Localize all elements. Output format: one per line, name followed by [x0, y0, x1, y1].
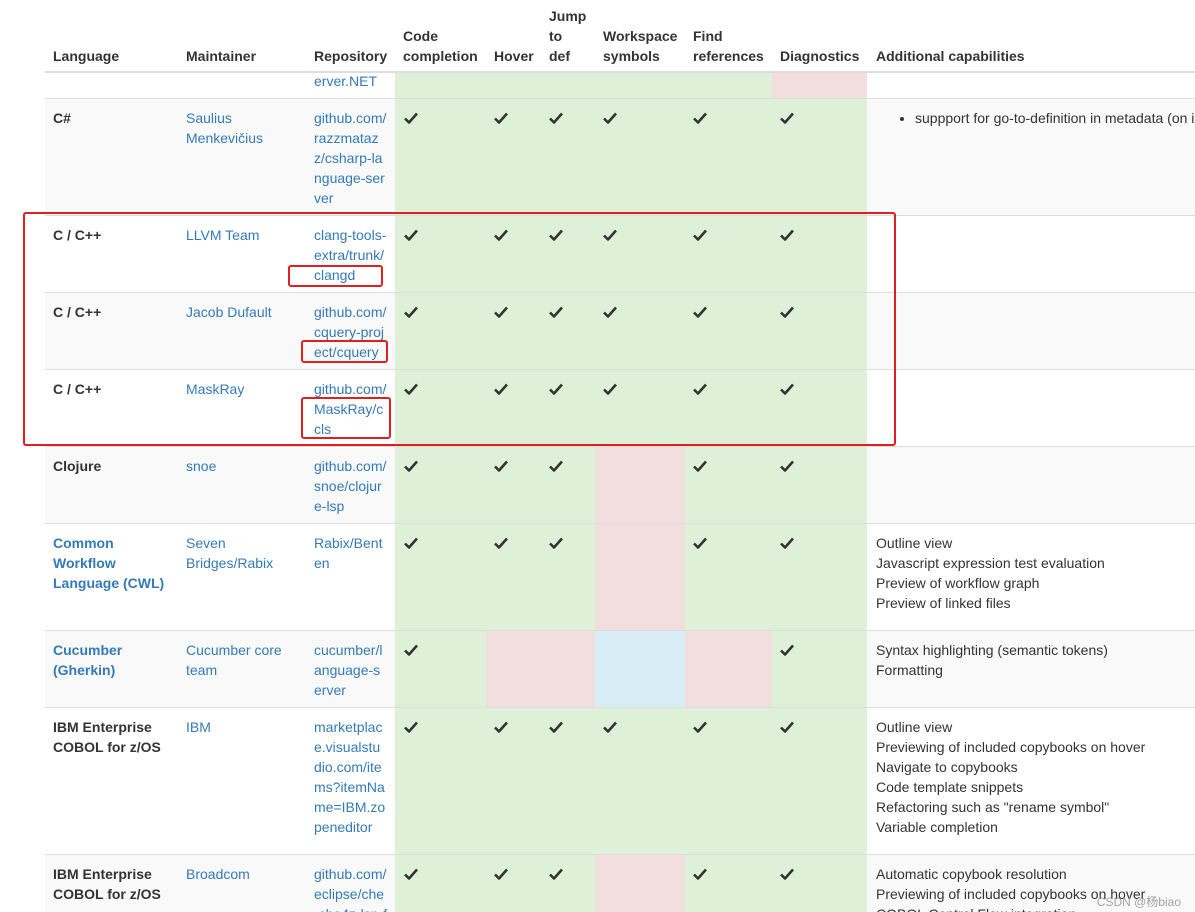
checkmark-icon	[494, 536, 508, 550]
repository-link[interactable]: cucumber/l anguage-s erver	[314, 640, 382, 700]
repository-link[interactable]: Rabix/Bent en	[314, 533, 382, 573]
table-row: IBM Enterprise COBOL for z/OS Broadcom g…	[45, 854, 1195, 912]
repository-link[interactable]: github.com/ eclipse/che -che4z-lsp-f	[314, 864, 387, 912]
header-diagnostics: Diagnostics	[780, 48, 860, 64]
highlight-box-c-cpp-rows	[23, 212, 896, 446]
highlight-box-clangd	[288, 265, 383, 287]
header-maintainer: Maintainer	[186, 48, 257, 64]
checkmark-icon	[549, 459, 563, 473]
checkmark-icon	[693, 720, 707, 734]
table-header: Language Maintainer Repository Code comp…	[0, 0, 1195, 72]
header-divider	[45, 71, 1195, 73]
checkmark-icon	[549, 111, 563, 125]
checkmark-icon	[780, 720, 794, 734]
maintainer-link[interactable]: Seven Bridges/Rabix	[186, 533, 273, 573]
header-workspace-symbols: Workspace symbols	[603, 28, 678, 64]
checkmark-icon	[549, 720, 563, 734]
checkmark-icon	[693, 459, 707, 473]
checkmark-icon	[404, 867, 418, 881]
header-language: Language	[53, 48, 120, 64]
table-row: IBM Enterprise COBOL for z/OS IBM market…	[45, 707, 1195, 855]
checkmark-icon	[494, 720, 508, 734]
highlight-box-ccls	[301, 397, 391, 439]
screenshot-viewport: Language Maintainer Repository Code comp…	[0, 0, 1195, 912]
maintainer-link[interactable]: snoe	[186, 456, 216, 476]
checkmark-icon	[780, 536, 794, 550]
watermark: CSDN @杨biao	[1096, 895, 1181, 909]
capabilities-text: Outline view Javascript expression test …	[876, 535, 1105, 611]
checkmark-icon	[780, 867, 794, 881]
language-name: IBM Enterprise COBOL for z/OS	[53, 866, 161, 902]
capabilities-list: suppport for go-to-definition in metadat…	[895, 108, 1194, 128]
checkmark-icon	[404, 459, 418, 473]
language-link[interactable]: Common Workflow Language (CWL)	[53, 533, 164, 593]
language-name: IBM Enterprise COBOL for z/OS	[53, 719, 161, 755]
table-row: Clojure snoe github.com/ snoe/clojur e-l…	[45, 446, 1195, 524]
header-code-completion: Code completion	[403, 28, 478, 64]
checkmark-icon	[549, 536, 563, 550]
checkmark-icon	[404, 536, 418, 550]
repository-link[interactable]: erver.NET	[314, 71, 377, 91]
checkmark-icon	[404, 111, 418, 125]
maintainer-link[interactable]: Cucumber core team	[186, 640, 282, 680]
checkmark-icon	[549, 867, 563, 881]
header-find-references: Find references	[693, 28, 764, 64]
capability-item: suppport for go-to-definition in metadat…	[915, 108, 1194, 128]
checkmark-icon	[494, 111, 508, 125]
capabilities-text: Outline view Previewing of included copy…	[876, 719, 1146, 835]
header-additional-capabilities: Additional capabilities	[876, 48, 1025, 64]
capabilities-text: Syntax highlighting (semantic tokens) Fo…	[876, 642, 1108, 678]
checkmark-icon	[780, 643, 794, 657]
language-name: C#	[53, 110, 71, 126]
checkmark-icon	[780, 111, 794, 125]
language-link[interactable]: Cucumber (Gherkin)	[53, 640, 122, 680]
table-row: Cucumber (Gherkin) Cucumber core team cu…	[45, 630, 1195, 708]
checkmark-icon	[693, 867, 707, 881]
table-row: erver.NET	[45, 73, 1195, 98]
maintainer-link[interactable]: Saulius Menkevičius	[186, 108, 263, 148]
table-row: Common Workflow Language (CWL) Seven Bri…	[45, 523, 1195, 631]
checkmark-icon	[494, 867, 508, 881]
table-row: C# Saulius Menkevičius github.com/ razzm…	[45, 98, 1195, 216]
checkmark-icon	[693, 536, 707, 550]
checkmark-icon	[404, 643, 418, 657]
maintainer-link[interactable]: IBM	[186, 717, 211, 737]
language-name: Clojure	[53, 458, 102, 474]
header-repository: Repository	[314, 48, 388, 64]
repository-link[interactable]: github.com/ razzmataz z/csharp-la nguage…	[314, 108, 386, 208]
checkmark-icon	[494, 459, 508, 473]
checkmark-icon	[780, 459, 794, 473]
checkmark-icon	[603, 720, 617, 734]
checkmark-icon	[404, 720, 418, 734]
repository-link[interactable]: marketplac e.visualstu dio.com/ite ms?it…	[314, 717, 385, 837]
checkmark-icon	[603, 111, 617, 125]
maintainer-link[interactable]: Broadcom	[186, 864, 250, 884]
header-hover: Hover	[494, 48, 534, 64]
highlight-box-cquery	[301, 340, 388, 363]
repository-link[interactable]: github.com/ snoe/clojur e-lsp	[314, 456, 386, 516]
header-jump-to-def: Jump to def	[549, 8, 587, 64]
checkmark-icon	[693, 111, 707, 125]
